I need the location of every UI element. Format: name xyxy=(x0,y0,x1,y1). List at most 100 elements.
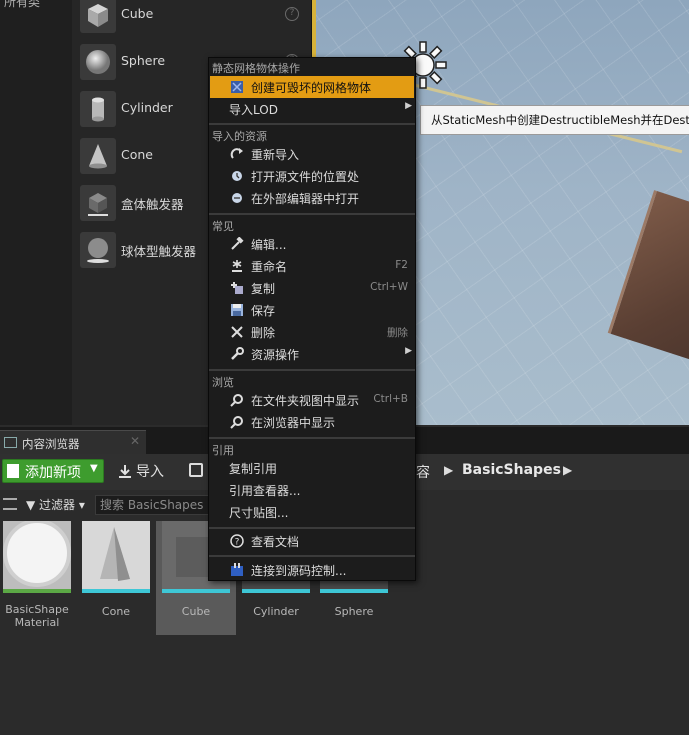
menu-item-duplicate[interactable]: 复制 Ctrl+W xyxy=(210,277,414,299)
breadcrumb-content[interactable]: 容 xyxy=(416,462,430,482)
menu-item-label: 重新导入 xyxy=(251,148,300,162)
menu-item-label: 保存 xyxy=(251,304,276,318)
asset-name: Sphere xyxy=(334,605,374,618)
asset-context-menu: 静态网格物体操作 创建可毁坏的网格物体 导入LOD ▶ 导入的资源 重新导入 打… xyxy=(208,57,416,581)
all-classes-label[interactable]: 所有类 xyxy=(4,0,40,10)
menu-item-asset-actions[interactable]: 资源操作 ▶ xyxy=(210,343,414,365)
menu-item-connect-source-control[interactable]: 连接到源码控制... xyxy=(210,559,414,581)
chevron-down-icon: ▼ xyxy=(90,463,98,474)
filter-label: 过滤器 xyxy=(39,498,76,512)
menu-item-label: 在浏览器中显示 xyxy=(251,416,336,430)
wrench-icon xyxy=(231,347,244,360)
menu-item-save[interactable]: 保存 xyxy=(210,299,414,321)
menu-item-label: 创建可毁坏的网格物体 xyxy=(251,81,372,95)
menu-item-delete[interactable]: 删除 删除 xyxy=(210,321,414,343)
menu-item-open-external-editor[interactable]: 在外部编辑器中打开 xyxy=(210,187,414,209)
asset-type-bar xyxy=(320,589,388,593)
breadcrumb-basicshapes[interactable]: BasicShapes xyxy=(462,462,561,478)
menu-separator xyxy=(209,213,415,215)
menu-separator xyxy=(209,527,415,529)
reimport-icon xyxy=(230,148,243,159)
tab-label: 内容浏览器 xyxy=(22,437,80,451)
submenu-arrow-icon: ▶ xyxy=(405,346,412,356)
menu-item-label: 打开源文件的位置处 xyxy=(251,170,360,184)
asset-tile[interactable]: BasicShape Material xyxy=(1,521,73,631)
source-control-icon xyxy=(231,563,243,576)
menu-item-show-in-folder[interactable]: 在文件夹视图中显示 Ctrl+B xyxy=(210,389,414,411)
save-all-icon[interactable] xyxy=(189,463,203,477)
close-icon[interactable]: ✕ xyxy=(130,434,140,448)
asset-name: Cylinder xyxy=(253,605,299,618)
menu-item-label: 引用查看器... xyxy=(229,484,301,498)
asset-tile[interactable]: Cone xyxy=(80,521,152,631)
menu-item-label: 导入LOD xyxy=(229,103,278,117)
menu-item-label: 尺寸贴图... xyxy=(229,506,289,520)
actor-label: Cube xyxy=(121,6,154,21)
import-label: 导入 xyxy=(136,464,164,480)
menu-item-open-source-location[interactable]: 打开源文件的位置处 xyxy=(210,165,414,187)
new-file-icon xyxy=(7,464,19,478)
actor-label: 盒体触发器 xyxy=(121,197,184,212)
asset-type-bar xyxy=(242,589,310,593)
filter-button[interactable]: ▼ 过滤器 ▾ xyxy=(26,496,85,513)
menu-item-create-destructible[interactable]: 创建可毁坏的网格物体 xyxy=(210,76,414,98)
menu-item-label: 编辑... xyxy=(251,238,287,252)
menu-item-label: 重命名 xyxy=(251,260,288,274)
asset-thumbnail xyxy=(3,521,71,589)
menu-item-rename[interactable]: 重命名 F2 xyxy=(210,255,414,277)
shortcut-label: F2 xyxy=(395,259,408,271)
section-references: 引用 xyxy=(212,444,234,457)
actor-label: Cone xyxy=(121,147,153,162)
actor-label: 球体型触发器 xyxy=(121,244,197,259)
asset-type-bar xyxy=(82,589,150,593)
menu-item-edit[interactable]: 编辑... xyxy=(210,233,414,255)
menu-item-size-map[interactable]: 尺寸贴图... xyxy=(210,501,414,523)
shortcut-label: 删除 xyxy=(387,327,408,339)
menu-item-copy-reference[interactable]: 复制引用 xyxy=(210,457,414,479)
tab-content-browser[interactable]: 内容浏览器 ✕ xyxy=(0,430,146,454)
download-icon xyxy=(119,465,131,478)
section-common: 常见 xyxy=(212,220,234,233)
external-editor-icon xyxy=(232,193,242,203)
breadcrumb-separator-icon[interactable]: ▶ xyxy=(563,463,572,477)
svg-text:?: ? xyxy=(235,538,240,548)
import-button[interactable]: 导入 xyxy=(118,461,164,481)
menu-item-label: 查看文档 xyxy=(251,535,300,549)
shortcut-label: Ctrl+B xyxy=(373,393,408,405)
search-input[interactable]: 搜索 BasicShapes xyxy=(95,495,215,515)
section-static-mesh: 静态网格物体操作 xyxy=(212,62,300,75)
magnifier-icon xyxy=(230,416,243,429)
actor-label: Cylinder xyxy=(121,100,173,115)
help-icon[interactable]: ? xyxy=(285,7,299,21)
asset-name: BasicShape Material xyxy=(5,603,69,629)
menu-item-label: 复制 xyxy=(251,282,276,296)
sphere-icon xyxy=(80,44,116,80)
menu-item-reference-viewer[interactable]: 引用查看器... xyxy=(210,479,414,501)
filter-funnel-icon: ▼ xyxy=(26,498,40,512)
add-new-label: 添加新项 xyxy=(25,465,81,481)
asset-name: Cube xyxy=(181,605,211,618)
menu-item-view-docs[interactable]: ? 查看文档 xyxy=(210,530,414,552)
asset-type-bar xyxy=(3,589,71,593)
menu-item-label: 连接到源码控制... xyxy=(251,564,347,578)
editor-window: { "left_panel": { "category_label": "所有类… xyxy=(0,0,689,735)
asset-type-bar xyxy=(162,589,230,593)
rename-icon xyxy=(232,260,242,272)
sources-panel-toggle-icon[interactable] xyxy=(3,498,17,510)
menu-item-reimport[interactable]: 重新导入 xyxy=(210,143,414,165)
asset-name: Cone xyxy=(101,605,131,618)
breadcrumb-separator-icon[interactable]: ▶ xyxy=(444,463,453,477)
menu-item-import-lod[interactable]: 导入LOD ▶ xyxy=(210,98,414,120)
section-explore: 浏览 xyxy=(212,376,234,389)
menu-item-label: 资源操作 xyxy=(251,348,300,362)
hammer-icon xyxy=(231,237,244,250)
content-browser-icon xyxy=(4,437,17,448)
asset-thumbnail xyxy=(82,521,150,589)
submenu-arrow-icon: ▶ xyxy=(405,101,412,111)
menu-separator xyxy=(209,123,415,125)
menu-item-show-in-explorer[interactable]: 在浏览器中显示 xyxy=(210,411,414,433)
class-category-list: 所有类 xyxy=(0,0,72,425)
menu-separator xyxy=(209,555,415,557)
add-new-button[interactable]: 添加新项 ▼ xyxy=(2,459,104,483)
menu-item-label: 在文件夹视图中显示 xyxy=(251,394,360,408)
